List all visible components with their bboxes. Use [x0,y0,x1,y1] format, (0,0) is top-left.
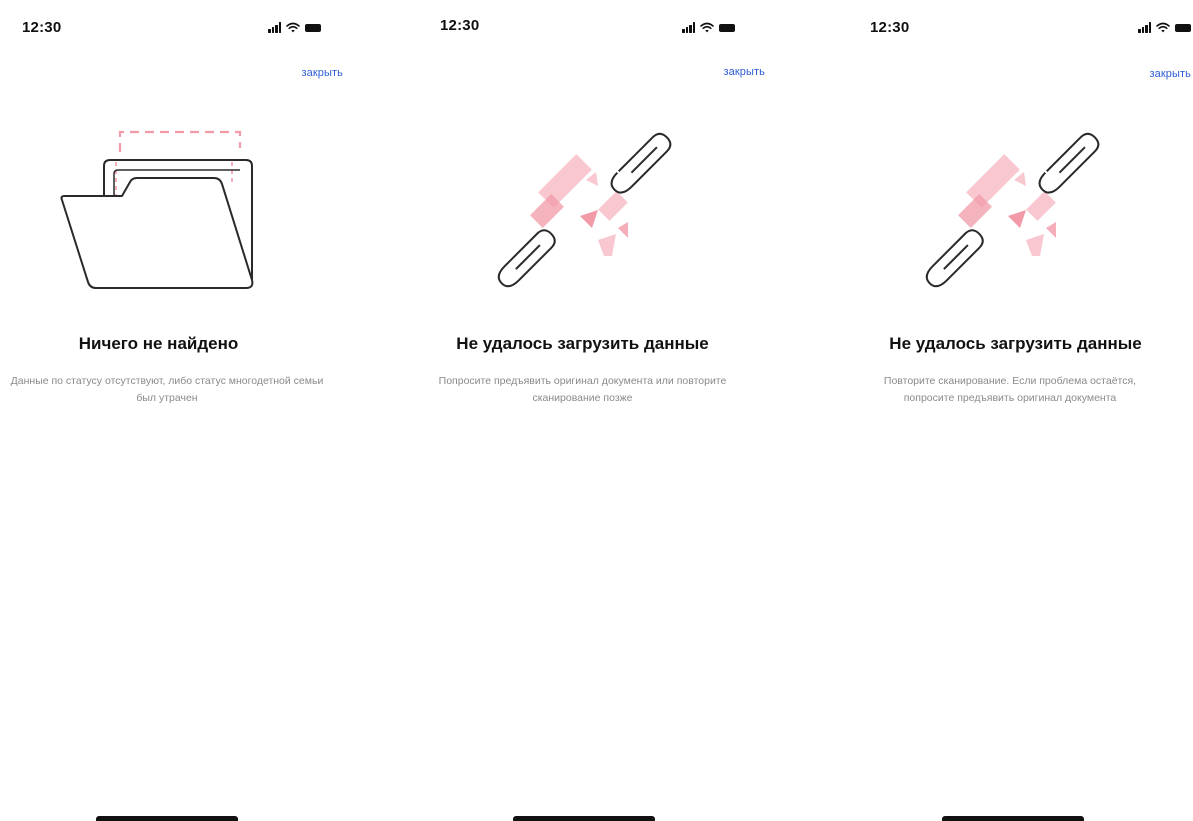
signal-icon [268,22,281,33]
wifi-icon [286,22,300,33]
broken-link-illustration [420,110,765,310]
page-title: Ничего не найдено [78,334,239,353]
description-text: Повторите сканирование. Если проблема ос… [883,375,1137,404]
close-link[interactable]: закрыть [302,67,343,79]
broken-link-icon [497,132,672,288]
screens-row: 12:30 закрыть Ничего не найдено Данные п… [0,0,1193,821]
signal-icon [682,22,695,33]
description-text: Попросите предъявить оригинал документа … [438,375,727,404]
status-icons [268,21,321,33]
wifi-icon [1156,22,1170,33]
close-link[interactable]: закрыть [1150,68,1191,80]
battery-icon [305,24,321,32]
home-indicator [942,816,1084,821]
broken-link-illustration [848,110,1193,310]
status-time: 12:30 [22,19,62,36]
status-icons [1138,21,1191,33]
description-text: Данные по статусу отсутствуют, либо стат… [10,375,324,404]
status-bar: 12:30 [848,0,1193,50]
status-time: 12:30 [440,17,480,34]
signal-icon [1138,22,1151,33]
status-icons [682,21,735,33]
status-time: 12:30 [870,19,910,36]
battery-icon [719,24,735,32]
status-bar: 12:30 [420,0,765,50]
folder-illustration [0,110,345,310]
page-title: Не удалось загрузить данные [889,334,1142,353]
home-indicator [96,816,238,821]
screen-load-failed-2: 12:30 закрыть Не удалось загрузить данны… [848,0,1193,821]
battery-icon [1175,24,1191,32]
folder-icon [60,130,254,289]
broken-link-icon [925,132,1100,288]
wifi-icon [700,22,714,33]
home-indicator [513,816,655,821]
screen-nothing-found: 12:30 закрыть Ничего не найдено Данные п… [0,0,345,821]
screen-load-failed-1: 12:30 закрыть Не удалось загрузить данны… [420,0,765,821]
status-bar: 12:30 [0,0,345,50]
page-title: Не удалось загрузить данные [456,334,709,353]
close-link[interactable]: закрыть [724,66,765,78]
